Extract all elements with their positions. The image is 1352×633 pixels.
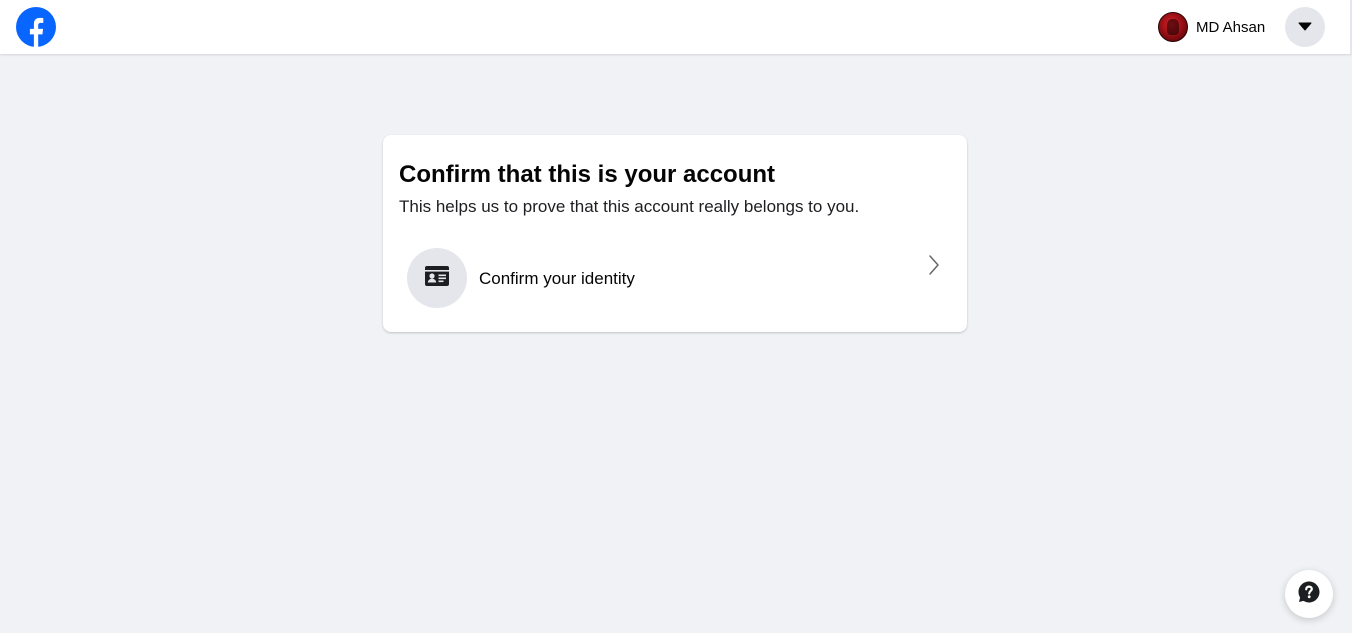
option-icon-circle (407, 248, 467, 308)
facebook-logo-icon[interactable] (16, 7, 56, 47)
question-mark-icon (1297, 580, 1321, 609)
caret-down-icon (1298, 18, 1312, 36)
profile-name: MD Ahsan (1196, 18, 1266, 36)
chevron-right-icon (927, 254, 941, 276)
confirm-account-card: Confirm that this is your account This h… (383, 135, 967, 332)
id-card-icon (425, 265, 449, 291)
confirm-identity-option[interactable]: Confirm your identity (399, 240, 951, 316)
help-button[interactable] (1285, 570, 1333, 618)
avatar (1158, 12, 1188, 42)
option-label: Confirm your identity (479, 269, 635, 288)
profile-button[interactable]: MD Ahsan (1158, 12, 1265, 42)
card-subtitle: This helps us to prove that this account… (399, 197, 860, 216)
top-navigation-bar: MD Ahsan (0, 0, 1352, 54)
account-menu-button[interactable] (1285, 7, 1325, 47)
card-title: Confirm that this is your account (399, 161, 776, 188)
